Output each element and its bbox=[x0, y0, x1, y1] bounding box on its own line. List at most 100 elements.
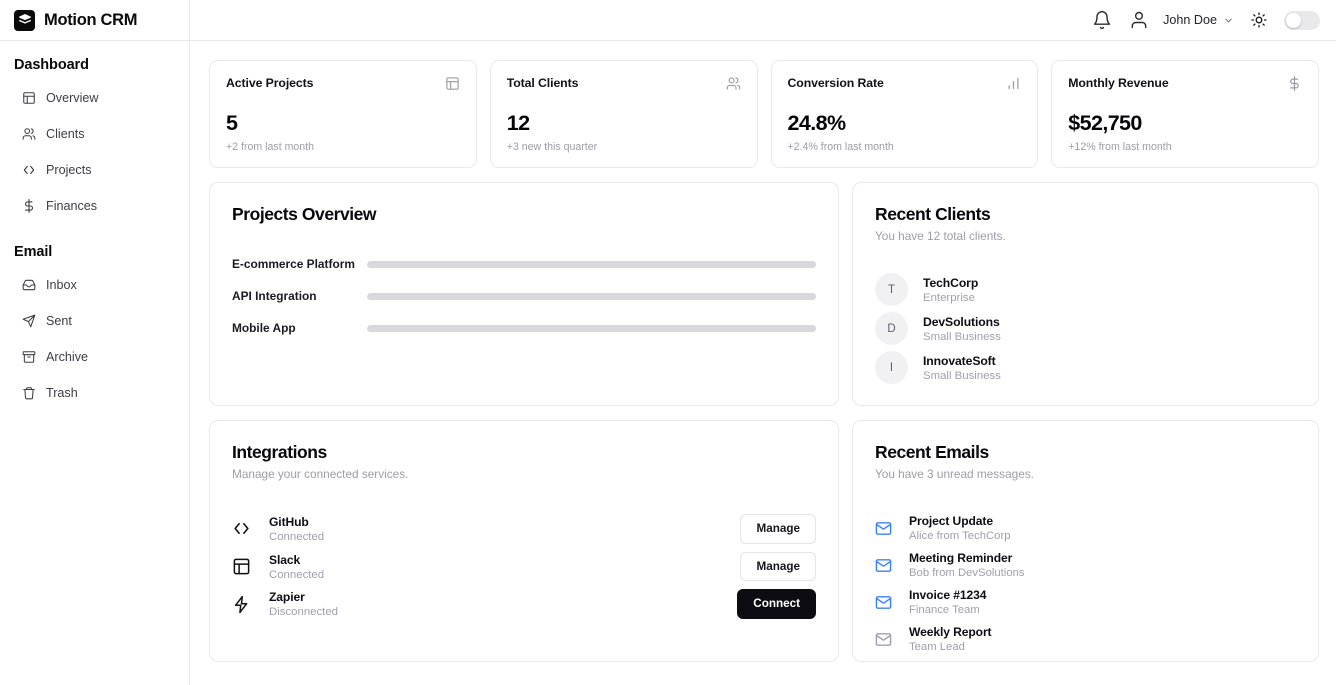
project-row: Mobile App bbox=[232, 321, 816, 335]
user-menu[interactable]: John Doe bbox=[1163, 13, 1234, 27]
mail-icon bbox=[875, 631, 892, 648]
sidebar-item-sent[interactable]: Sent bbox=[0, 306, 189, 335]
connect-button[interactable]: Connect bbox=[737, 589, 816, 620]
projects-progress-list: E-commerce Platform API Integration Mobi… bbox=[232, 257, 816, 335]
users-icon bbox=[726, 76, 741, 91]
nav-group-title-email: Email bbox=[14, 244, 53, 260]
list-item: Zapier Disconnected Connect bbox=[232, 589, 816, 620]
avatar: D bbox=[875, 312, 908, 345]
stat-value: 12 bbox=[506, 111, 530, 135]
mail-icon bbox=[875, 520, 892, 537]
integration-status: Connected bbox=[269, 530, 325, 543]
stat-subtext: +3 new this quarter bbox=[506, 141, 598, 153]
dollar-sign-icon bbox=[1287, 76, 1302, 91]
email-subject: Project Update bbox=[909, 514, 993, 528]
nav-group-title-dashboard: Dashboard bbox=[14, 57, 89, 73]
stat-card-conversion-rate: Conversion Rate 24.8% +2.4% from last mo… bbox=[770, 60, 1039, 168]
panel-title: Integrations bbox=[232, 442, 327, 462]
stat-head: Monthly Revenue bbox=[1068, 76, 1302, 91]
stat-value: 5 bbox=[226, 111, 238, 135]
theme-toggle-knob bbox=[1286, 12, 1301, 28]
project-progress-track bbox=[367, 324, 816, 332]
stats-row: Active Projects 5 +2 from last month Tot… bbox=[209, 60, 1319, 168]
client-type: Small Business bbox=[923, 330, 1001, 343]
nav-group-email: Email Inbox Sent Archive Trash bbox=[0, 244, 189, 407]
sidebar-item-clients[interactable]: Clients bbox=[0, 119, 189, 148]
email-subject: Meeting Reminder bbox=[909, 551, 1013, 565]
trash-icon bbox=[22, 386, 36, 400]
sidebar-item-finances[interactable]: Finances bbox=[0, 191, 189, 220]
project-progress-track bbox=[367, 292, 816, 300]
list-item[interactable]: T TechCorp Enterprise bbox=[875, 273, 1296, 306]
sidebar-item-label: Finances bbox=[46, 198, 98, 213]
sidebar-item-label: Clients bbox=[46, 126, 85, 141]
zap-icon bbox=[232, 595, 251, 614]
list-item[interactable]: I InnovateSoft Small Business bbox=[875, 351, 1296, 384]
bell-icon[interactable] bbox=[1092, 10, 1112, 30]
sidebar-item-inbox[interactable]: Inbox bbox=[0, 270, 189, 299]
project-progress-track bbox=[367, 260, 816, 268]
nav-group-dashboard: Dashboard Overview Clients Projects Fina… bbox=[0, 57, 189, 220]
email-info: Invoice #1234 Finance Team bbox=[909, 588, 986, 616]
email-subject: Weekly Report bbox=[909, 625, 992, 639]
email-info: Project Update Alice from TechCorp bbox=[909, 514, 1011, 542]
list-item[interactable]: Project Update Alice from TechCorp bbox=[875, 514, 1296, 542]
stat-card-active-projects: Active Projects 5 +2 from last month bbox=[209, 60, 477, 168]
stat-title: Conversion Rate bbox=[787, 76, 884, 90]
sidebar-item-overview[interactable]: Overview bbox=[0, 83, 189, 112]
sidebar-item-archive[interactable]: Archive bbox=[0, 342, 189, 371]
list-item[interactable]: D DevSolutions Small Business bbox=[875, 312, 1296, 345]
manage-button[interactable]: Manage bbox=[740, 551, 816, 582]
email-sender: Team Lead bbox=[909, 641, 965, 653]
list-item[interactable]: Weekly Report Team Lead bbox=[875, 625, 1296, 653]
integration-info: GitHub Connected bbox=[269, 515, 740, 543]
user-icon[interactable] bbox=[1129, 10, 1149, 30]
dashboard-content: Active Projects 5 +2 from last month Tot… bbox=[190, 41, 1336, 685]
integration-status: Connected bbox=[269, 568, 325, 581]
panel-title: Recent Emails bbox=[875, 442, 989, 462]
manage-button[interactable]: Manage bbox=[740, 514, 816, 544]
sidebar-item-projects[interactable]: Projects bbox=[0, 155, 189, 184]
sidebar-item-label: Inbox bbox=[46, 277, 77, 292]
integration-status: Disconnected bbox=[269, 606, 339, 619]
list-item: GitHub Connected Manage bbox=[232, 514, 816, 544]
mail-icon bbox=[875, 594, 892, 611]
sidebar-item-label: Overview bbox=[46, 90, 99, 105]
user-name: John Doe bbox=[1163, 13, 1217, 27]
panel-title: Recent Clients bbox=[875, 204, 991, 224]
layout-dashboard-icon bbox=[445, 76, 460, 91]
list-item[interactable]: Meeting Reminder Bob from DevSolutions bbox=[875, 551, 1296, 579]
project-row: E-commerce Platform bbox=[232, 257, 816, 271]
stat-subtext: +2 from last month bbox=[226, 141, 315, 153]
integration-info: Slack Connected bbox=[269, 553, 740, 581]
integration-info: Zapier Disconnected bbox=[269, 590, 737, 618]
stat-head: Active Projects bbox=[226, 76, 460, 91]
topbar: John Doe bbox=[190, 0, 1336, 41]
chevron-down-icon bbox=[1223, 15, 1234, 26]
brand-name: Motion CRM bbox=[44, 10, 138, 29]
client-info: InnovateSoft Small Business bbox=[923, 354, 1001, 382]
sidebar-nav: Dashboard Overview Clients Projects Fina… bbox=[0, 41, 189, 414]
brand[interactable]: Motion CRM bbox=[0, 0, 189, 41]
stat-head: Conversion Rate bbox=[788, 76, 1022, 91]
sidebar-item-trash[interactable]: Trash bbox=[0, 378, 189, 407]
stat-title: Monthly Revenue bbox=[1068, 76, 1169, 90]
project-label: E-commerce Platform bbox=[232, 257, 355, 271]
client-info: TechCorp Enterprise bbox=[923, 276, 978, 304]
integration-name: Zapier bbox=[269, 590, 305, 605]
email-sender: Alice from TechCorp bbox=[909, 530, 1011, 542]
code-brackets-icon bbox=[22, 163, 36, 177]
sidebar-item-label: Sent bbox=[46, 313, 72, 328]
app-root: Motion CRM Dashboard Overview Clients Pr… bbox=[0, 0, 1336, 685]
project-label: API Integration bbox=[232, 289, 317, 303]
client-name: TechCorp bbox=[923, 275, 979, 290]
client-type: Enterprise bbox=[923, 291, 975, 304]
client-info: DevSolutions Small Business bbox=[923, 315, 1001, 343]
stat-subtext: +12% from last month bbox=[1068, 141, 1172, 153]
stat-card-total-clients: Total Clients 12 +3 new this quarter bbox=[489, 60, 758, 168]
stat-value: $52,750 bbox=[1068, 111, 1142, 135]
client-type: Small Business bbox=[923, 369, 1001, 382]
list-item[interactable]: Invoice #1234 Finance Team bbox=[875, 588, 1296, 616]
theme-toggle[interactable] bbox=[1284, 10, 1320, 30]
integration-list: GitHub Connected Manage Slack Connected … bbox=[232, 514, 816, 620]
